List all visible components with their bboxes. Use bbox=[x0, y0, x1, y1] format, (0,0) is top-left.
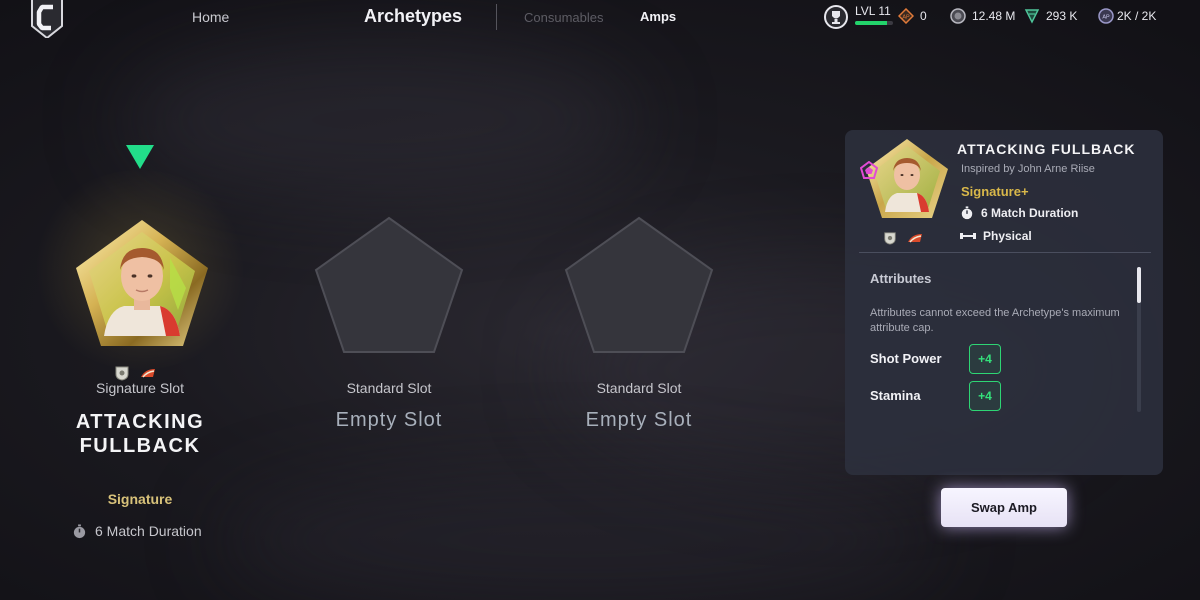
slot-3-label: Standard Slot bbox=[596, 380, 682, 396]
coin-count: 12.48 M bbox=[972, 9, 1016, 23]
detail-card-badges bbox=[883, 231, 923, 245]
attribute-name: Stamina bbox=[870, 388, 921, 403]
attribute-bonus: +4 bbox=[969, 381, 1001, 411]
slot-2-label: Standard Slot bbox=[346, 380, 432, 396]
points-count: 293 K bbox=[1046, 9, 1078, 23]
app-logo-icon[interactable] bbox=[28, 0, 66, 38]
attributes-scrollbar[interactable] bbox=[1137, 267, 1141, 412]
points-icon bbox=[1024, 9, 1040, 24]
standard-slot-2-card[interactable] bbox=[564, 216, 714, 354]
slot-1-duration: 6 Match Duration bbox=[72, 523, 202, 539]
capacity-icon: AP bbox=[1098, 8, 1114, 24]
svg-text:AP: AP bbox=[1102, 15, 1110, 21]
tab-amps[interactable]: Amps bbox=[640, 9, 676, 24]
slot-2-empty-text: Empty Slot bbox=[335, 409, 443, 431]
nav-home[interactable]: Home bbox=[192, 9, 229, 25]
detail-divider bbox=[859, 252, 1151, 253]
slot-card-badges bbox=[114, 365, 156, 381]
detail-category: Physical bbox=[960, 229, 1032, 243]
scrollbar-thumb[interactable] bbox=[1137, 267, 1141, 303]
nav-divider bbox=[496, 4, 497, 30]
level-progress-bar bbox=[855, 21, 893, 25]
top-bar: Home Archetypes Consumables Amps LVL 11 … bbox=[0, 0, 1200, 38]
slot-1-label: Signature Slot bbox=[96, 380, 184, 396]
detail-duration: 6 Match Duration bbox=[960, 206, 1078, 220]
stopwatch-icon bbox=[961, 206, 973, 220]
dumbbell-icon bbox=[960, 233, 976, 239]
level-badge-icon[interactable] bbox=[823, 4, 849, 30]
detail-inspired: Inspired by John Arne Riise bbox=[961, 163, 1095, 175]
amp-detail-panel: ATTACKING FULLBACK Inspired by John Arne… bbox=[845, 130, 1163, 475]
token-count: 0 bbox=[920, 9, 927, 23]
attribute-name: Shot Power bbox=[870, 351, 942, 366]
selected-slot-indicator-icon bbox=[126, 145, 154, 169]
detail-nation-flag-icon bbox=[908, 234, 922, 243]
capacity-count: 2K / 2K bbox=[1117, 9, 1157, 23]
attributes-note: Attributes cannot exceed the Archetype's… bbox=[870, 307, 1120, 334]
slot-1-duration-text: 6 Match Duration bbox=[95, 523, 202, 539]
nation-flag-icon bbox=[141, 369, 155, 378]
slot-3-empty-text: Empty Slot bbox=[585, 409, 693, 431]
club-crest-icon bbox=[115, 366, 129, 381]
signature-slot-card[interactable] bbox=[74, 218, 210, 350]
swap-amp-button[interactable]: Swap Amp bbox=[941, 488, 1067, 527]
detail-amp-card bbox=[866, 139, 948, 218]
level-label: LVL 11 bbox=[855, 4, 891, 18]
attributes-heading: Attributes bbox=[870, 271, 932, 286]
attribute-bonus: +4 bbox=[969, 344, 1001, 374]
detail-title: ATTACKING FULLBACK bbox=[957, 141, 1136, 157]
token-icon: AP bbox=[898, 8, 914, 24]
standard-slot-1-card[interactable] bbox=[314, 216, 464, 354]
detail-category-text: Physical bbox=[983, 229, 1032, 243]
stopwatch-icon bbox=[73, 523, 86, 538]
signature-plus-gem-icon bbox=[860, 161, 878, 179]
page-title: Archetypes bbox=[364, 6, 463, 26]
tab-consumables[interactable]: Consumables bbox=[524, 10, 604, 25]
detail-duration-text: 6 Match Duration bbox=[981, 206, 1079, 220]
coin-icon bbox=[950, 8, 966, 24]
svg-text:AP: AP bbox=[902, 15, 910, 21]
slot-1-amp-name: ATTACKING FULLBACK bbox=[75, 411, 205, 457]
level-progress-fill bbox=[855, 21, 888, 25]
slot-1-rarity: Signature bbox=[107, 491, 173, 507]
detail-rarity: Signature+ bbox=[961, 184, 1029, 199]
detail-club-crest-icon bbox=[884, 232, 896, 245]
